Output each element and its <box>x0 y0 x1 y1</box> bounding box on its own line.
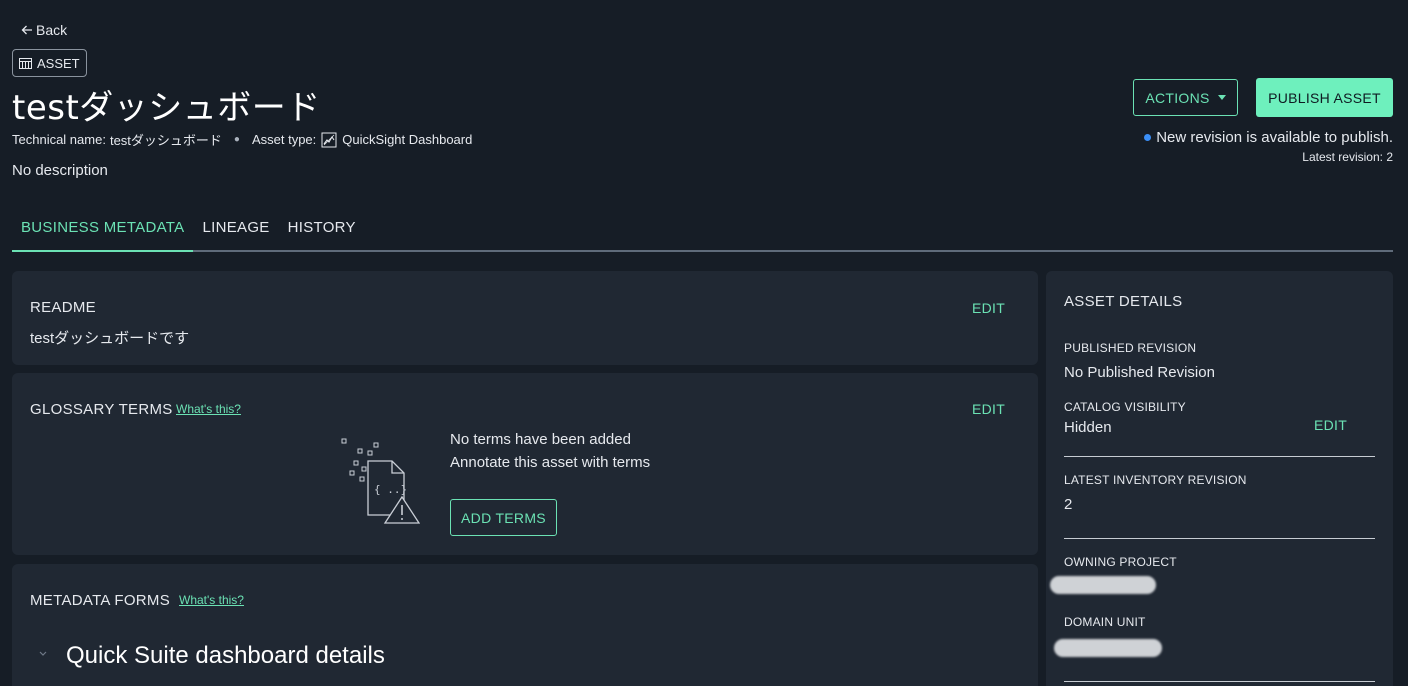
metadata-forms-title: METADATA FORMS <box>30 592 171 609</box>
svg-text:{ ..}: { ..} <box>374 483 407 496</box>
latest-inventory-revision-label: LATEST INVENTORY REVISION <box>1064 473 1247 487</box>
revision-notice-text: New revision is available to publish. <box>1156 129 1393 146</box>
latest-revision-text: Latest revision: 2 <box>1302 150 1393 164</box>
tab-lineage[interactable]: LINEAGE <box>193 219 278 252</box>
glossary-empty-subtitle: Annotate this asset with terms <box>450 454 651 471</box>
asset-badge-label: ASSET <box>37 55 80 71</box>
empty-terms-icon: { ..} <box>341 438 420 524</box>
details-divider <box>1064 681 1375 682</box>
catalog-visibility-value: Hidden <box>1064 419 1112 436</box>
chevron-down-icon[interactable] <box>38 650 48 658</box>
table-icon <box>19 57 32 69</box>
tab-bar: BUSINESS METADATA LINEAGE HISTORY <box>12 210 1393 252</box>
revision-notice: New revision is available to publish. <box>1144 129 1393 146</box>
caret-down-icon <box>1217 95 1226 100</box>
actions-label: ACTIONS <box>1145 89 1210 106</box>
form-section-heading[interactable]: Quick Suite dashboard details <box>66 642 385 670</box>
glossary-empty-title: No terms have been added <box>450 431 631 448</box>
asset-details-card: ASSET DETAILS PUBLISHED REVISION No Publ… <box>1046 271 1393 686</box>
details-divider <box>1064 456 1375 457</box>
metadata-forms-whats-this-link[interactable]: What's this? <box>179 593 244 607</box>
publish-asset-button[interactable]: PUBLISH ASSET <box>1256 78 1393 117</box>
arrow-left-icon <box>21 25 32 35</box>
glossary-whats-this-link[interactable]: What's this? <box>176 402 241 416</box>
owning-project-label: OWNING PROJECT <box>1064 555 1177 569</box>
domain-unit-redacted <box>1054 639 1162 657</box>
readme-edit-button[interactable]: EDIT <box>972 300 1005 316</box>
back-label: Back <box>36 22 68 38</box>
asset-type-label: Asset type: <box>251 132 317 147</box>
metadata-forms-card: METADATA FORMS What's this? Quick Suite … <box>12 564 1038 686</box>
asset-type-value: QuickSight Dashboard <box>342 132 473 147</box>
owning-project-redacted <box>1050 576 1156 594</box>
published-revision-label: PUBLISHED REVISION <box>1064 341 1197 355</box>
readme-text: testダッシュボードです <box>30 330 190 347</box>
details-divider <box>1064 538 1375 539</box>
back-link[interactable]: Back <box>20 22 67 38</box>
glossary-title: GLOSSARY TERMS <box>30 401 173 418</box>
readme-card: README EDIT testダッシュボードです <box>12 271 1038 365</box>
asset-description: No description <box>12 162 108 179</box>
glossary-edit-button[interactable]: EDIT <box>972 401 1005 417</box>
readme-title: README <box>30 299 96 316</box>
actions-dropdown-button[interactable]: ACTIONS <box>1133 79 1238 116</box>
quicksight-chart-icon <box>321 132 337 147</box>
asset-meta-line: Technical name: testダッシュボード ● Asset type… <box>12 130 472 149</box>
asset-type-badge: ASSET <box>12 49 87 77</box>
glossary-terms-card: GLOSSARY TERMS What's this? EDIT { ..} N… <box>12 373 1038 555</box>
page-title: testダッシュボード <box>12 88 321 128</box>
catalog-visibility-label: CATALOG VISIBILITY <box>1064 400 1186 414</box>
add-terms-button[interactable]: ADD TERMS <box>450 499 557 536</box>
domain-unit-label: DOMAIN UNIT <box>1064 615 1146 629</box>
catalog-visibility-edit-button[interactable]: EDIT <box>1314 417 1347 433</box>
tab-business-metadata[interactable]: BUSINESS METADATA <box>12 219 194 252</box>
asset-details-title: ASSET DETAILS <box>1064 293 1183 310</box>
technical-name-value: testダッシュボード <box>109 133 222 148</box>
technical-name-label: Technical name: <box>12 132 106 147</box>
separator-dot: ● <box>233 134 240 145</box>
tab-history[interactable]: HISTORY <box>279 219 365 252</box>
published-revision-value: No Published Revision <box>1064 364 1215 381</box>
status-dot-icon <box>1144 134 1152 141</box>
latest-inventory-revision-value: 2 <box>1064 496 1073 513</box>
